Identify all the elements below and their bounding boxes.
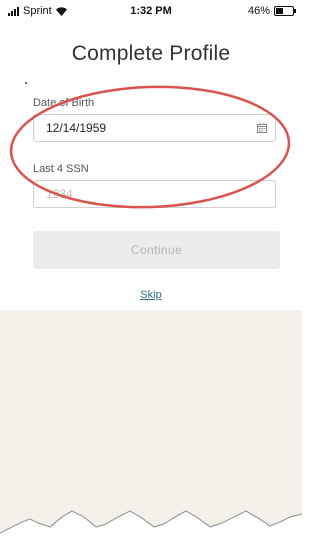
phone-screen: Sprint 1:32 PM 46% Complete Profile Date… [0,0,302,537]
ssn-input[interactable] [46,181,246,207]
status-right: 46% [247,5,296,17]
battery-percent: 46% [247,5,270,17]
dob-field[interactable] [33,114,276,142]
page-title: Complete Profile [71,42,231,65]
skip-link[interactable]: Skip [0,289,302,301]
dob-input[interactable] [46,115,246,141]
ssn-field[interactable] [33,180,276,208]
continue-button[interactable]: Continue [33,231,280,269]
torn-edge [0,510,302,537]
status-bar: Sprint 1:32 PM 46% [0,0,302,22]
calendar-icon[interactable] [257,123,267,133]
dob-label: Date of Birth [33,97,95,109]
battery-fill [276,8,284,14]
ssn-label: Last 4 SSN [33,163,89,175]
stray-dot [25,82,27,84]
battery-icon [274,6,296,16]
